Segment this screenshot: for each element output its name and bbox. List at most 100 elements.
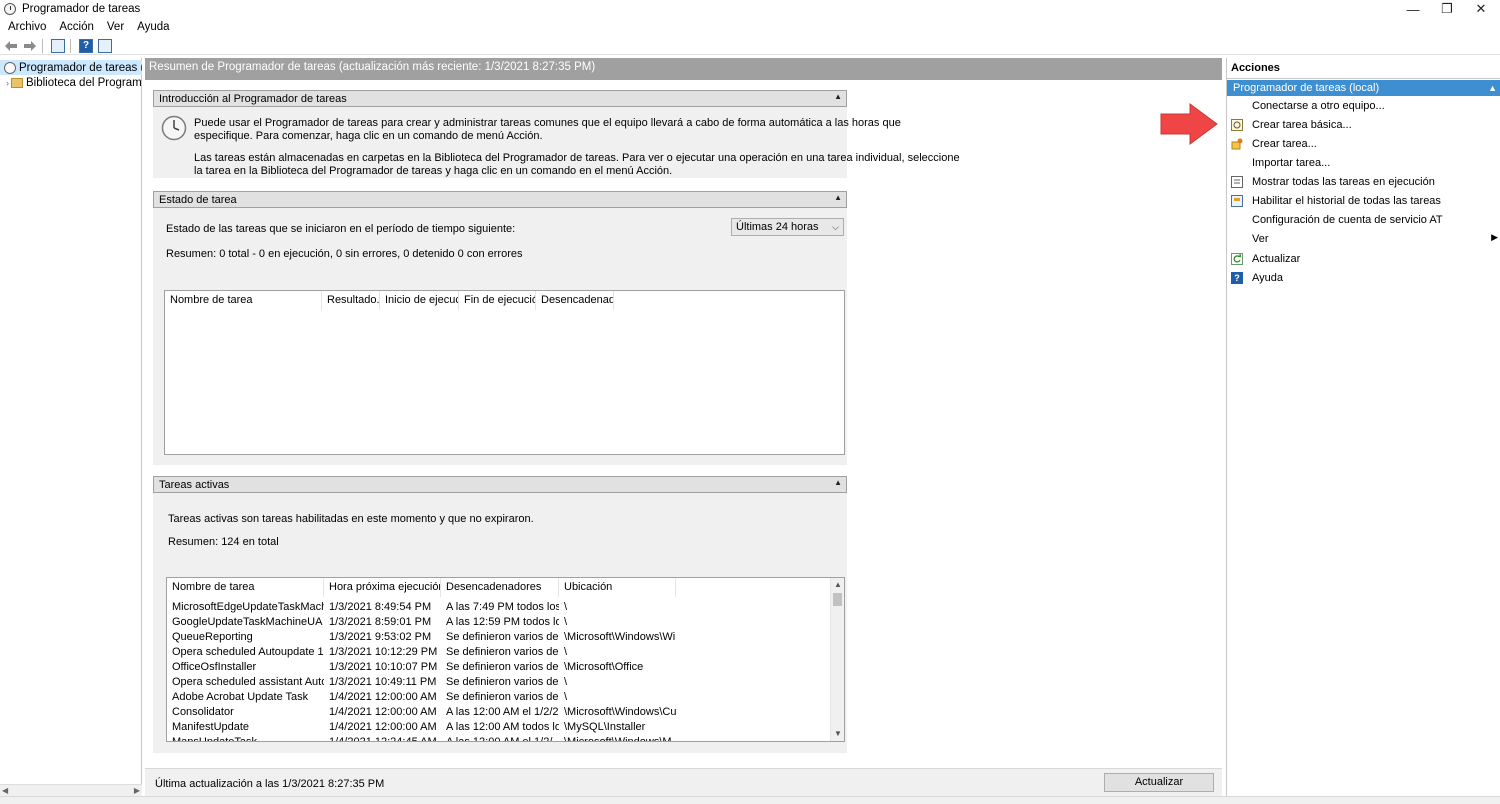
action-enable-history[interactable]: Habilitar el historial de todas las tare… bbox=[1227, 192, 1500, 209]
action-view[interactable]: Ver ▶ bbox=[1227, 230, 1500, 247]
column-header[interactable]: Nombre de tarea bbox=[167, 578, 324, 597]
scroll-up-icon[interactable]: ▲ bbox=[831, 578, 844, 592]
back-button[interactable] bbox=[3, 38, 19, 54]
scroll-left-icon[interactable]: ◀ bbox=[2, 786, 8, 795]
table-cell: A las 12:59 PM todos lo... bbox=[446, 615, 559, 628]
column-header[interactable]: Nombre de tarea bbox=[165, 291, 322, 310]
table-cell: \MySQL\Installer bbox=[564, 720, 646, 733]
active-tasks-list[interactable]: Nombre de tarea Hora próxima ejecución D… bbox=[166, 577, 845, 742]
table-row[interactable]: MapsUpdateTask 1/4/2021 12:24:45 AM A las … bbox=[167, 734, 676, 742]
table-row[interactable]: Opera scheduled assistant Autou... 1/3/20… bbox=[167, 674, 676, 689]
action-connect-other-computer[interactable]: Conectarse a otro equipo... bbox=[1227, 97, 1500, 114]
table-cell: A las 12:00 AM todos lo... bbox=[446, 720, 559, 733]
table-row[interactable]: QueueReporting 1/3/2021 9:53:02 PM Se defi… bbox=[167, 629, 676, 644]
actions-group-header[interactable]: Programador de tareas (local) ▲ bbox=[1227, 80, 1500, 96]
table-cell: 1/3/2021 9:53:02 PM bbox=[329, 630, 432, 643]
menu-ayuda[interactable]: Ayuda bbox=[129, 21, 174, 33]
action-refresh[interactable]: Actualizar bbox=[1227, 250, 1500, 267]
action-pane-icon bbox=[98, 38, 112, 53]
history-icon bbox=[1231, 194, 1243, 207]
refresh-button[interactable]: Actualizar bbox=[1104, 773, 1214, 792]
scrollbar-thumb[interactable] bbox=[833, 593, 842, 606]
scroll-down-icon[interactable]: ▼ bbox=[831, 727, 844, 741]
column-header[interactable]: Hora próxima ejecución bbox=[324, 578, 441, 597]
scroll-right-icon[interactable]: ▶ bbox=[134, 786, 140, 795]
active-tasks-vertical-scrollbar[interactable]: ▲ ▼ bbox=[830, 578, 844, 741]
collapse-icon[interactable]: ▲ bbox=[834, 193, 842, 202]
collapse-icon[interactable]: ▲ bbox=[834, 92, 842, 101]
clock-icon bbox=[161, 115, 187, 141]
active-tasks-section-header[interactable]: Tareas activas ▲ bbox=[153, 476, 847, 493]
table-cell: \ bbox=[564, 690, 568, 703]
intro-section-header[interactable]: Introducción al Programador de tareas ▲ bbox=[153, 90, 847, 107]
table-row[interactable]: ManifestUpdate 1/4/2021 12:00:00 AM A las … bbox=[167, 719, 676, 734]
action-at-service-account[interactable]: Configuración de cuenta de servicio AT bbox=[1227, 211, 1500, 228]
console-tree-icon bbox=[51, 38, 65, 53]
menu-accion[interactable]: Acción bbox=[51, 21, 99, 33]
tree-item-task-scheduler-local[interactable]: Programador de tareas (local) bbox=[0, 60, 142, 75]
intro-text-line: especifique. Para comenzar, haga clic en… bbox=[194, 130, 543, 142]
forward-arrow-icon bbox=[24, 40, 36, 51]
tree-item-label: Programador de tareas (local) bbox=[19, 61, 142, 74]
menu-ver[interactable]: Ver bbox=[99, 21, 129, 33]
table-row[interactable]: GoogleUpdateTaskMachineUA 1/3/2021 8:59:0… bbox=[167, 614, 676, 629]
show-hide-console-tree-button[interactable] bbox=[50, 38, 66, 54]
table-cell: Se definieron varios de... bbox=[446, 645, 559, 658]
title-bar: Programador de tareas — ❐ ✕ bbox=[0, 0, 1500, 18]
table-cell: Se definieron varios de... bbox=[446, 660, 559, 673]
column-header[interactable]: Desencadenad... bbox=[536, 291, 614, 310]
summary-header: Resumen de Programador de tareas (actual… bbox=[145, 58, 1222, 80]
action-label: Crear tarea... bbox=[1252, 137, 1317, 150]
table-row[interactable]: Adobe Acrobat Update Task 1/4/2021 12:00:… bbox=[167, 689, 676, 704]
table-row[interactable]: OfficeOsfInstaller 1/3/2021 10:10:07 PM Se… bbox=[167, 659, 676, 674]
table-cell: Opera scheduled Autoupdate 160... bbox=[172, 645, 324, 658]
task-status-section-header[interactable]: Estado de tarea ▲ bbox=[153, 191, 847, 208]
help-button[interactable]: ? bbox=[78, 38, 94, 54]
forward-button[interactable] bbox=[22, 38, 38, 54]
table-cell: \ bbox=[564, 645, 568, 658]
column-header[interactable]: Fin de ejecución bbox=[459, 291, 536, 310]
expand-chevron-icon[interactable]: › bbox=[6, 78, 9, 88]
toolbar: ? bbox=[0, 37, 1500, 55]
action-create-basic-task[interactable]: Crear tarea básica... bbox=[1227, 116, 1500, 133]
table-row[interactable]: MicrosoftEdgeUpdateTaskMachi... 1/3/2021 … bbox=[167, 599, 676, 614]
active-tasks-section: Tareas activas ▲ Tareas activas son tare… bbox=[153, 476, 847, 753]
table-cell: \Microsoft\Office bbox=[564, 660, 644, 673]
column-header[interactable]: Inicio de ejecuc... bbox=[380, 291, 459, 310]
table-cell: Se definieron varios de... bbox=[446, 675, 559, 688]
table-row[interactable]: Opera scheduled Autoupdate 160... 1/3/202… bbox=[167, 644, 676, 659]
menu-archivo[interactable]: Archivo bbox=[0, 21, 51, 33]
action-import-task[interactable]: Importar tarea... bbox=[1227, 154, 1500, 171]
action-label: Configuración de cuenta de servicio AT bbox=[1252, 213, 1443, 226]
refresh-icon bbox=[1231, 252, 1243, 265]
show-hide-action-pane-button[interactable] bbox=[97, 38, 113, 54]
table-cell: 1/3/2021 10:10:07 PM bbox=[329, 660, 438, 673]
action-label: Actualizar bbox=[1252, 252, 1301, 265]
tree-item-label: Biblioteca del Programador de tareas bbox=[26, 76, 142, 89]
annotation-arrow-icon bbox=[1160, 103, 1218, 145]
table-cell: 1/4/2021 12:00:00 AM bbox=[329, 720, 437, 733]
close-button[interactable]: ✕ bbox=[1458, 0, 1500, 18]
tree-item-task-scheduler-library[interactable]: › Biblioteca del Programador de tareas bbox=[0, 75, 142, 90]
status-period-dropdown[interactable]: Últimas 24 horas ⌵ bbox=[731, 218, 844, 236]
task-status-list[interactable]: Nombre de tarea Resultado... Inicio de e… bbox=[164, 290, 845, 455]
action-help[interactable]: ? Ayuda bbox=[1227, 269, 1500, 286]
table-cell: 1/3/2021 10:12:29 PM bbox=[329, 645, 438, 658]
table-row[interactable]: Consolidator 1/4/2021 12:00:00 AM A las 12… bbox=[167, 704, 676, 719]
action-show-running-tasks[interactable]: Mostrar todas las tareas en ejecución bbox=[1227, 173, 1500, 190]
tree-horizontal-scrollbar[interactable]: ◀ ▶ bbox=[0, 784, 142, 796]
column-header[interactable]: Resultado... bbox=[322, 291, 380, 310]
collapse-icon[interactable]: ▲ bbox=[1488, 80, 1497, 96]
table-cell: 1/3/2021 8:59:01 PM bbox=[329, 615, 432, 628]
table-cell: MicrosoftEdgeUpdateTaskMachi... bbox=[172, 600, 324, 613]
column-header[interactable]: Desencadenadores bbox=[441, 578, 559, 597]
table-cell: \ bbox=[564, 600, 568, 613]
toolbar-separator bbox=[70, 38, 71, 53]
table-cell: \ bbox=[564, 675, 568, 688]
last-update-text: Última actualización a las 1/3/2021 8:27… bbox=[155, 778, 385, 790]
action-create-task[interactable]: Crear tarea... bbox=[1227, 135, 1500, 152]
status-period-label: Estado de las tareas que se iniciaron en… bbox=[166, 223, 516, 235]
column-header[interactable]: Ubicación bbox=[559, 578, 676, 597]
table-cell: MapsUpdateTask bbox=[172, 735, 257, 742]
collapse-icon[interactable]: ▲ bbox=[834, 478, 842, 487]
